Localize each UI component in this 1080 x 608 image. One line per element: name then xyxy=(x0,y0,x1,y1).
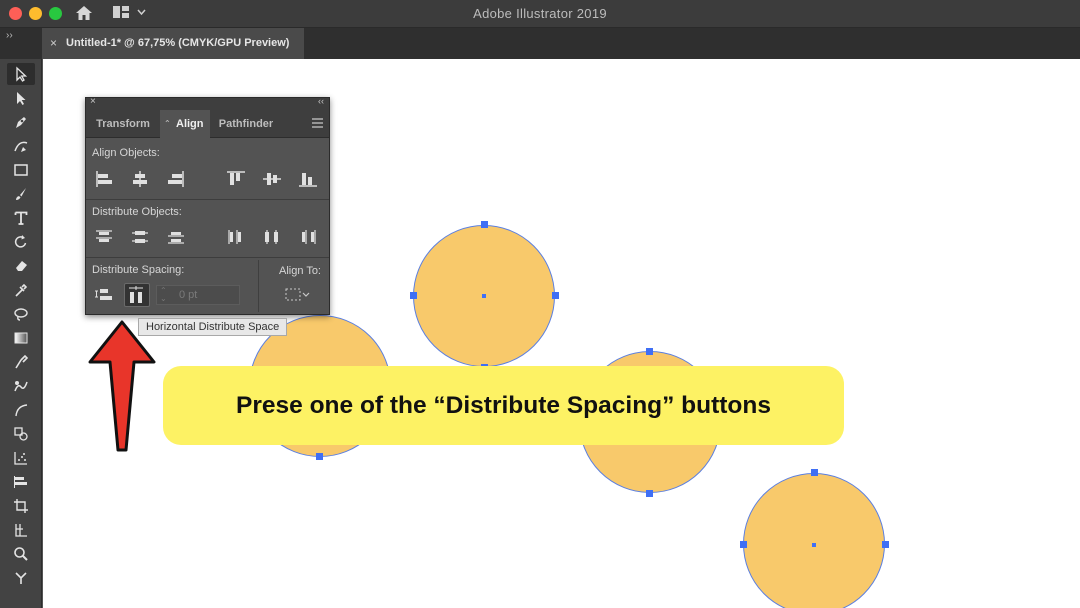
rotate-tool-icon[interactable] xyxy=(7,231,35,253)
callout-text: Prese one of the “Distribute Spacing” bu… xyxy=(236,392,771,420)
align-panel: × ‹‹ Transform ⌃ Align Pathfinder Align … xyxy=(85,97,330,315)
red-arrow-annotation xyxy=(86,318,158,456)
horizontal-distribute-space-button[interactable] xyxy=(124,283,150,307)
tools-panel xyxy=(0,59,42,608)
selection-handle[interactable] xyxy=(646,490,653,497)
width-tool-icon[interactable] xyxy=(7,399,35,421)
vertical-distribute-center-button[interactable] xyxy=(128,226,152,248)
instruction-callout: Prese one of the “Distribute Spacing” bu… xyxy=(163,366,844,445)
selection-handle[interactable] xyxy=(316,453,323,460)
selection-handle[interactable] xyxy=(811,469,818,476)
horizontal-align-left-button[interactable] xyxy=(92,168,116,190)
document-tab-bar: ›› × Untitled-1* @ 67,75% (CMYK/GPU Prev… xyxy=(0,28,1080,59)
tab-transform[interactable]: Transform xyxy=(86,110,160,138)
curvature-tool-icon[interactable] xyxy=(7,135,35,157)
panel-collapse-icon[interactable]: ‹‹ xyxy=(318,96,324,106)
panel-divider xyxy=(86,199,329,200)
vertical-distribute-bottom-button[interactable] xyxy=(164,226,188,248)
selection-handle[interactable] xyxy=(410,292,417,299)
symbol-sprayer-tool-icon[interactable] xyxy=(7,447,35,469)
tooltip: Horizontal Distribute Space xyxy=(138,318,287,336)
panel-header: × ‹‹ xyxy=(86,98,329,110)
puppet-warp-tool-icon[interactable] xyxy=(7,375,35,397)
vertical-align-bottom-button[interactable] xyxy=(296,168,320,190)
document-tab-title: Untitled-1* @ 67,75% (CMYK/GPU Preview) xyxy=(66,37,289,49)
horizontal-align-center-button[interactable] xyxy=(128,168,152,190)
tab-expand-icon: ⌃ xyxy=(164,110,171,138)
selection-handle[interactable] xyxy=(882,541,889,548)
tab-align[interactable]: ⌃ Align xyxy=(160,110,210,138)
selection-handle[interactable] xyxy=(740,541,747,548)
spacing-value: 0 pt xyxy=(179,289,197,301)
panel-tabs: Transform ⌃ Align Pathfinder xyxy=(86,110,329,138)
document-tab[interactable]: × Untitled-1* @ 67,75% (CMYK/GPU Preview… xyxy=(42,28,304,59)
lasso-tool-icon[interactable] xyxy=(7,303,35,325)
horizontal-distribute-left-button[interactable] xyxy=(224,226,248,248)
panel-divider xyxy=(86,257,329,258)
blend-tool-icon[interactable] xyxy=(7,351,35,373)
distribute-spacing-label: Distribute Spacing: xyxy=(92,264,184,276)
tab-pathfinder[interactable]: Pathfinder xyxy=(210,110,282,138)
rectangle-tool-icon[interactable] xyxy=(7,159,35,181)
eraser-tool-icon[interactable] xyxy=(7,255,35,277)
vertical-align-top-button[interactable] xyxy=(224,168,248,190)
center-point xyxy=(812,543,816,547)
horizontal-distribute-right-button[interactable] xyxy=(296,226,320,248)
close-document-icon[interactable]: × xyxy=(50,28,57,59)
selection-handle[interactable] xyxy=(646,348,653,355)
vertical-distribute-space-button[interactable] xyxy=(92,284,116,306)
spacing-value-field[interactable]: ⌃⌄ 0 pt xyxy=(156,285,240,305)
vertical-align-center-button[interactable] xyxy=(260,168,284,190)
direct-selection-tool-icon[interactable] xyxy=(7,87,35,109)
center-point xyxy=(482,294,486,298)
stepper-icon[interactable]: ⌃⌄ xyxy=(160,287,167,303)
panel-menu-icon[interactable] xyxy=(312,118,323,131)
selection-tool-icon[interactable] xyxy=(7,63,35,85)
selection-handle[interactable] xyxy=(552,292,559,299)
type-tool-icon[interactable] xyxy=(7,207,35,229)
zoom-tool-icon[interactable] xyxy=(7,543,35,565)
distribute-objects-label: Distribute Objects: xyxy=(92,206,182,218)
horizontal-align-right-button[interactable] xyxy=(164,168,188,190)
selection-handle[interactable] xyxy=(481,221,488,228)
slice-tool-icon[interactable] xyxy=(7,519,35,541)
circle-object[interactable] xyxy=(743,473,885,608)
align-to-selection-button[interactable] xyxy=(284,286,314,304)
horizontal-distribute-center-button[interactable] xyxy=(260,226,284,248)
panel-divider xyxy=(258,260,259,312)
gradient-tool-icon[interactable] xyxy=(7,327,35,349)
shape-builder-tool-icon[interactable] xyxy=(7,423,35,445)
align-to-label: Align To: xyxy=(279,265,321,277)
hand-tool-icon[interactable] xyxy=(7,567,35,589)
paintbrush-tool-icon[interactable] xyxy=(7,183,35,205)
app-title: Adobe Illustrator 2019 xyxy=(0,6,1080,21)
collapse-toolbar-icon[interactable]: ›› xyxy=(6,30,13,41)
tab-align-label: Align xyxy=(176,118,204,130)
artboard-tool-icon[interactable] xyxy=(7,495,35,517)
eyedropper-tool-icon[interactable] xyxy=(7,279,35,301)
panel-close-icon[interactable]: × xyxy=(90,96,96,107)
title-bar: Adobe Illustrator 2019 xyxy=(0,0,1080,28)
align-objects-label: Align Objects: xyxy=(92,147,160,159)
vertical-distribute-top-button[interactable] xyxy=(92,226,116,248)
pen-tool-icon[interactable] xyxy=(7,111,35,133)
column-graph-tool-icon[interactable] xyxy=(7,471,35,493)
